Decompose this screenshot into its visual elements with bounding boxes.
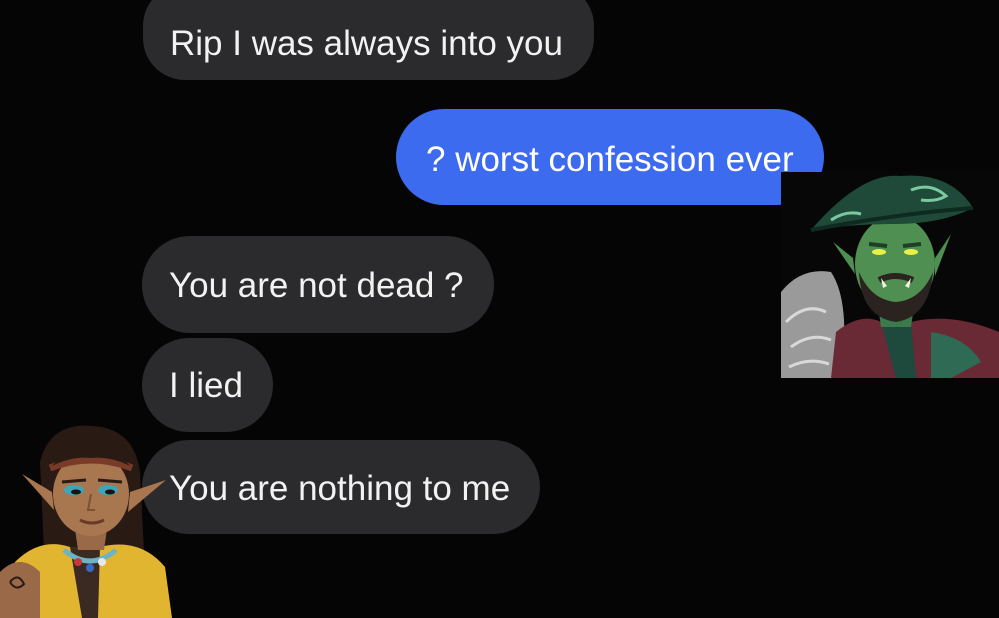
pirate-character-portrait	[781, 172, 999, 378]
received-message-bubble[interactable]: You are not dead ?	[142, 236, 494, 333]
elf-portrait-art	[0, 425, 172, 618]
received-message-bubble[interactable]: You are nothing to me	[142, 440, 541, 534]
elf-character-portrait	[0, 422, 172, 618]
sent-message-bubble[interactable]: ? worst confession ever	[396, 109, 824, 205]
received-message-bubble[interactable]: I lied	[142, 338, 273, 432]
received-message-bubble[interactable]: Rip I was always into you	[143, 0, 594, 80]
pirate-portrait-art	[781, 175, 999, 378]
